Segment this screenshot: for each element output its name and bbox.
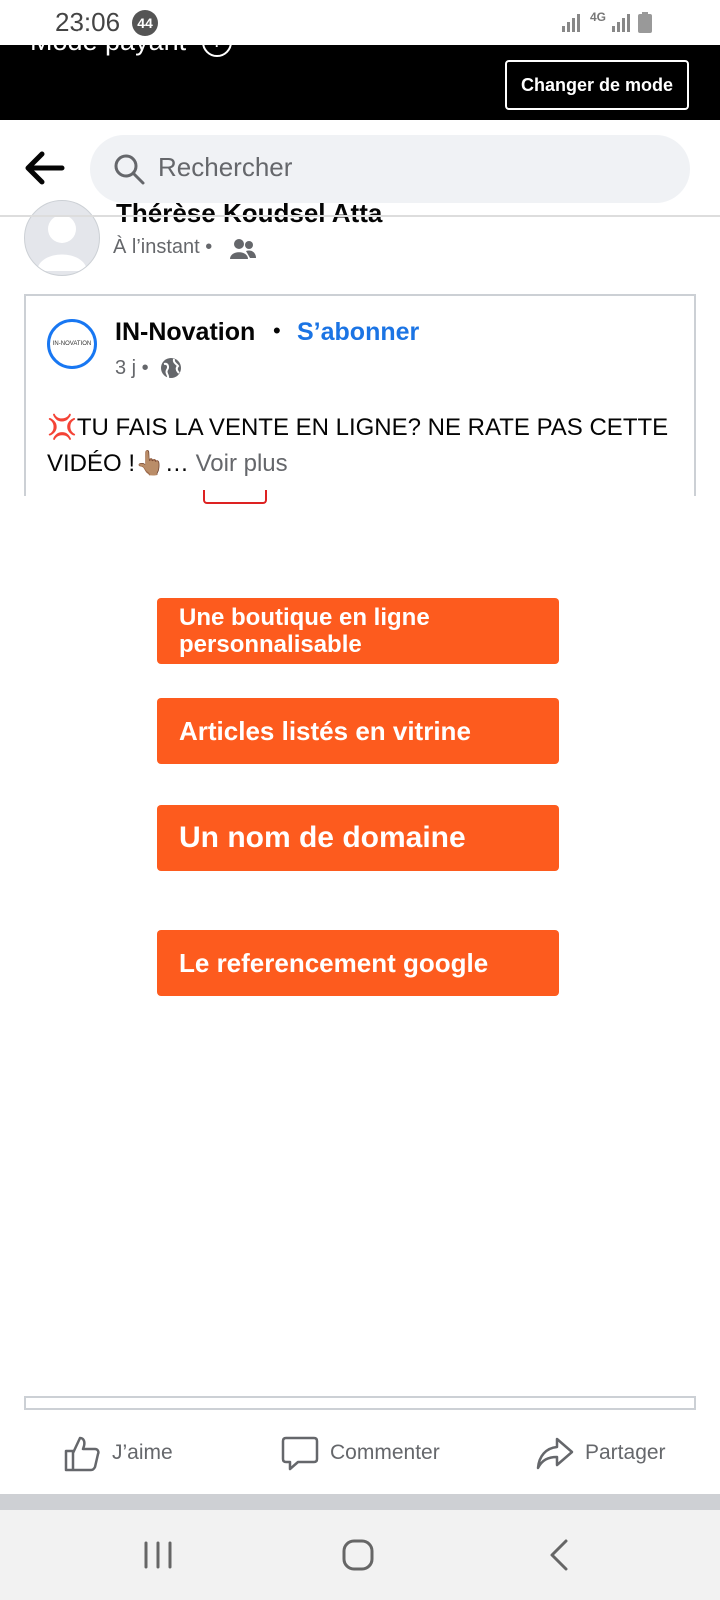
back-nav-icon[interactable] [540, 1535, 580, 1575]
comment-button[interactable]: Commenter [280, 1428, 440, 1478]
previous-post-time: À l’instant • [113, 236, 212, 259]
share-arrow-icon [536, 1437, 574, 1470]
search-input[interactable]: Rechercher [158, 152, 292, 183]
card-bottom-edge [24, 1396, 696, 1410]
change-mode-button[interactable]: Changer de mode [505, 60, 689, 110]
video-feature-label: Articles listés en vitrine [157, 698, 559, 764]
signal-icon [562, 12, 652, 33]
share-button[interactable]: Partager [535, 1428, 666, 1478]
back-arrow-icon[interactable] [22, 145, 68, 191]
separator-dot: • [273, 318, 281, 343]
thumbs-up-icon [64, 1436, 100, 1472]
home-icon[interactable] [338, 1535, 378, 1575]
header-divider [0, 215, 720, 217]
post-text: 💢TU FAIS LA VENTE EN LIGNE? NE RATE PAS … [47, 410, 677, 482]
time-text: À l’instant [113, 236, 200, 258]
previous-post-author[interactable]: Thérèse Koudsel Atta [116, 198, 382, 229]
post-body: 💢TU FAIS LA VENTE EN LIGNE? NE RATE PAS … [47, 414, 669, 477]
video-feature-label: Un nom de domaine [157, 805, 559, 871]
page-name[interactable]: IN-Novation [115, 318, 255, 347]
status-icons [560, 12, 660, 39]
see-more-link[interactable]: Voir plus [196, 450, 288, 477]
post-time: 3 j • [115, 357, 149, 379]
globe-icon [160, 357, 182, 379]
like-button[interactable]: J’aime [62, 1428, 173, 1478]
comment-label: Commenter [330, 1441, 440, 1464]
like-label: J’aime [112, 1441, 173, 1464]
share-label: Partager [585, 1441, 666, 1464]
mode-title: Mode payant [30, 26, 187, 56]
feed-separator [0, 1494, 720, 1510]
video-feature-label: Le referencement google [157, 930, 559, 996]
search-icon [112, 152, 146, 186]
friends-audience-icon [230, 238, 256, 260]
separator-dot: • [205, 236, 213, 258]
network-type-label: 4G [590, 10, 607, 24]
avatar[interactable] [24, 200, 100, 276]
time-text: 3 j [115, 357, 137, 379]
page-logo[interactable]: IN-NOVATION [47, 319, 97, 369]
recent-apps-icon[interactable] [138, 1535, 178, 1575]
video-decoration [203, 490, 267, 504]
comment-bubble-icon [281, 1436, 319, 1471]
video-feature-label: Une boutique en ligne personnalisable [157, 598, 559, 664]
follow-button[interactable]: S’abonner [297, 318, 419, 347]
help-icon[interactable]: ? [202, 27, 232, 57]
